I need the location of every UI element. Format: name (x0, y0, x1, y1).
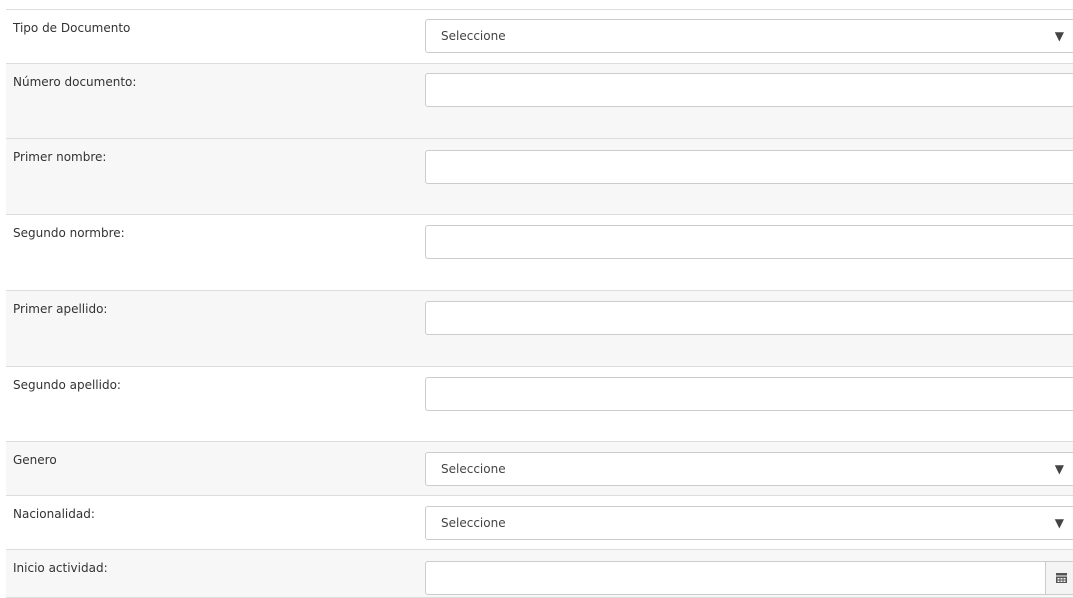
genero-selected: Seleccione (441, 462, 506, 476)
primer-nombre-input[interactable] (425, 150, 1073, 184)
row-primer-nombre: Primer nombre: (6, 138, 1073, 214)
primer-apellido-input[interactable] (425, 301, 1073, 335)
row-nacionalidad: Nacionalidad: Seleccione ▼ (6, 495, 1073, 549)
row-numero-documento: Número documento: (6, 63, 1073, 138)
numero-documento-label: Número documento: (13, 75, 137, 89)
calendar-button[interactable] (1045, 562, 1073, 594)
tipo-documento-label: Tipo de Documento (13, 21, 131, 35)
genero-select[interactable]: Seleccione ▼ (425, 452, 1073, 486)
primer-nombre-label: Primer nombre: (13, 150, 107, 164)
nacionalidad-select[interactable]: Seleccione ▼ (425, 506, 1073, 540)
segundo-apellido-label: Segundo apellido: (13, 378, 121, 392)
row-segundo-nombre: Segundo normbre: (6, 214, 1073, 290)
segundo-apellido-input[interactable] (425, 377, 1073, 411)
row-tipo-documento: Tipo de Documento Seleccione ▼ (6, 9, 1073, 63)
row-primer-apellido: Primer apellido: (6, 290, 1073, 366)
numero-documento-input[interactable] (425, 73, 1073, 107)
calendar-icon (1055, 573, 1067, 583)
person-form: Tipo de Documento Seleccione ▼ Número do… (0, 0, 1073, 598)
primer-apellido-label: Primer apellido: (13, 302, 108, 316)
tipo-documento-selected: Seleccione (441, 29, 506, 43)
caret-down-icon: ▼ (1054, 462, 1064, 476)
tipo-documento-select[interactable]: Seleccione ▼ (425, 19, 1073, 53)
nacionalidad-selected: Seleccione (441, 516, 506, 530)
caret-down-icon: ▼ (1054, 516, 1064, 530)
inicio-actividad-label: Inicio actividad: (13, 561, 108, 575)
inicio-actividad-datepicker[interactable] (425, 561, 1073, 595)
row-segundo-apellido: Segundo apellido: (6, 366, 1073, 441)
row-genero: Genero Seleccione ▼ (6, 441, 1073, 495)
nacionalidad-label: Nacionalidad: (13, 507, 95, 521)
segundo-nombre-label: Segundo normbre: (13, 226, 125, 240)
genero-label: Genero (13, 453, 57, 467)
caret-down-icon: ▼ (1054, 29, 1064, 43)
row-inicio-actividad: Inicio actividad: (6, 549, 1073, 597)
segundo-nombre-input[interactable] (425, 225, 1073, 259)
